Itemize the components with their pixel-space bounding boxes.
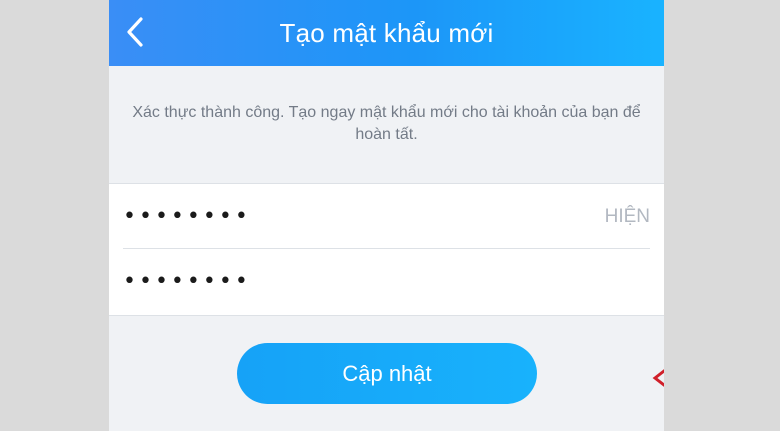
phone-screen: Tạo mật khẩu mới Xác thực thành công. Tạ… <box>109 0 664 431</box>
show-password-toggle[interactable]: HIỆN <box>605 184 650 248</box>
chevron-left-icon[interactable] <box>121 14 151 50</box>
password-form: HIỆN <box>109 183 664 316</box>
new-password-row: HIỆN <box>123 184 650 249</box>
arrow-left-outline-icon <box>652 369 664 387</box>
app-header: Tạo mật khẩu mới <box>109 0 664 66</box>
instruction-text: Xác thực thành công. Tạo ngay mật khẩu m… <box>132 104 641 143</box>
confirm-password-row <box>123 249 650 313</box>
page-title: Tạo mật khẩu mới <box>279 18 494 48</box>
confirm-password-field[interactable] <box>123 249 563 313</box>
update-button[interactable]: Cập nhật <box>237 343 537 404</box>
new-password-field[interactable] <box>123 184 563 248</box>
